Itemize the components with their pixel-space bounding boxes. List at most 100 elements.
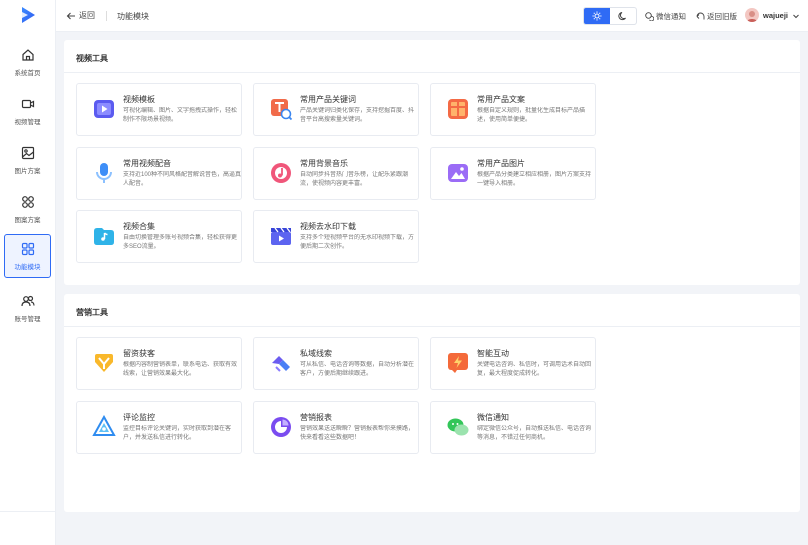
- sidebar-item-modules[interactable]: 功能模块: [4, 234, 51, 278]
- private-leads-icon: [272, 356, 290, 372]
- video-tools-panel: 视频工具 视频模板 可视化编辑、图片、文字拖拽式操作，轻松制作不限场景视频。 常…: [64, 40, 800, 285]
- back-label: 返回: [79, 11, 95, 20]
- card-title: 视频模板: [123, 95, 155, 104]
- app-logo-icon[interactable]: [19, 6, 37, 24]
- keyword-search-icon: [271, 99, 293, 121]
- card-product-copy[interactable]: 常用产品文案 根据自定义规则，批量化生成目标产品描述，使用简单便捷。: [430, 83, 596, 136]
- sidebar-item-video[interactable]: 视频管理: [4, 89, 51, 133]
- video-template-icon: [94, 100, 114, 118]
- chevron-down-icon[interactable]: [792, 12, 800, 20]
- microphone-icon: [96, 163, 112, 183]
- card-desc: 根据产品分类建立相应相册，图片方案支持一键导入相册。: [477, 172, 592, 187]
- card-desc: 根据内容制营销表单，联系电话、获取有效线索，让营销效果最大化。: [123, 362, 238, 377]
- marketing-report-icon: [271, 417, 291, 437]
- card-wechat-notify[interactable]: 微信通知 绑定微信公众号，自动推送私信、电话咨询等消息，不错过任何商机。: [430, 401, 596, 454]
- lead-capture-icon: [95, 354, 113, 372]
- arrow-left-icon: [66, 12, 75, 19]
- card-desc: 可视化编辑、图片、文字拖拽式操作，轻松制作不限场景视频。: [123, 108, 238, 123]
- product-image-icon: [448, 164, 468, 182]
- card-title: 常用产品文案: [477, 95, 525, 104]
- sidebar-item-label: 图片方案: [14, 167, 41, 175]
- users-icon: [20, 295, 35, 306]
- section-title: 营销工具: [76, 308, 108, 317]
- home-icon: [21, 48, 34, 61]
- card-title: 常用视频配音: [123, 159, 171, 168]
- card-title: 微信通知: [477, 413, 509, 422]
- old-version-label: 返回旧版: [707, 12, 737, 21]
- light-mode-button[interactable]: [584, 8, 610, 24]
- old-version-link[interactable]: 返回旧版: [696, 11, 737, 22]
- section-title: 视频工具: [76, 54, 108, 63]
- dark-mode-button[interactable]: [610, 8, 636, 24]
- card-product-images[interactable]: 常用产品图片 根据产品分类建立相应相册，图片方案支持一键导入相册。: [430, 147, 596, 200]
- music-note-icon: [271, 163, 291, 183]
- card-lead-capture[interactable]: 留资获客 根据内容制营销表单，联系电话、获取有效线索，让营销效果最大化。: [76, 337, 242, 390]
- card-desc: 可从私信、电话咨询等数据，自动分析潜在客户，方便后期继续跟进。: [300, 362, 415, 377]
- card-desc: 关键电话咨询、私信时，可调用话术自动回复，最大程度促成转化。: [477, 362, 592, 377]
- card-desc: 自由切换管理多账号视频合集，轻松获得更多SEO流量。: [123, 235, 238, 250]
- card-video-collection[interactable]: 视频合集 自由切换管理多账号视频合集，轻松获得更多SEO流量。: [76, 210, 242, 263]
- wechat-notify-link[interactable]: 微信通知: [645, 11, 686, 22]
- card-title: 视频去水印下载: [300, 222, 356, 231]
- card-title: 常用产品图片: [477, 159, 525, 168]
- card-video-template[interactable]: 视频模板 可视化编辑、图片、文字拖拽式操作，轻松制作不限场景视频。: [76, 83, 242, 136]
- sidebar-item-label: 账号管理: [14, 315, 41, 323]
- wechat-notify-label: 微信通知: [656, 12, 686, 21]
- card-desc: 支持多个短视频平台的无水印视频下载，方便后期二次创作。: [300, 235, 415, 250]
- avatar[interactable]: [745, 8, 759, 22]
- sidebar-item-label: 功能模块: [14, 263, 41, 271]
- wechat-icon: [447, 418, 469, 436]
- card-desc: 绑定微信公众号，自动推送私信、电话咨询等消息，不错过任何商机。: [477, 426, 592, 441]
- card-title: 营销报表: [300, 413, 332, 422]
- sidebar: 系统首页 视频管理 图片方案 图案方案 功能模块 账号管理: [0, 0, 56, 545]
- product-copy-icon: [448, 99, 468, 119]
- sidebar-item-label: 视频管理: [14, 118, 41, 126]
- sidebar-item-label: 图案方案: [14, 216, 41, 224]
- divider: [106, 11, 107, 21]
- card-title: 常用产品关键词: [300, 95, 356, 104]
- breadcrumb: 功能模块: [117, 12, 149, 21]
- image-icon: [21, 146, 34, 159]
- top-bar: 返回 功能模块 微信通知 返回旧版 wajueji: [56, 0, 808, 32]
- card-desc: 支持近100种不同风格配音解说音色，高逼真人配音。: [123, 172, 241, 187]
- card-desc: 根据自定义规则，批量化生成目标产品描述，使用简单便捷。: [477, 108, 586, 123]
- card-desc: 自动同步抖音热门音乐榜，让配乐紧跟潮流，使视频内容更丰富。: [300, 172, 409, 187]
- card-desc: 监控目标评论关键词，实时获取到潜在客户，并发送私信进行转化。: [123, 426, 232, 441]
- card-product-keywords[interactable]: 常用产品关键词 产品关键词归类化保存，支持挖掘百度、抖音平台高搜索量关键词。: [253, 83, 419, 136]
- card-title: 评论监控: [123, 413, 155, 422]
- card-smart-interaction[interactable]: 智能互动 关键电话咨询、私信时，可调用话术自动回复，最大程度促成转化。: [430, 337, 596, 390]
- card-title: 智能互动: [477, 349, 509, 358]
- card-marketing-report[interactable]: 营销报表 营销效果送送瞬瞬？营销报表帮你来摸路，快来看看这些数据吧！: [253, 401, 419, 454]
- chat-bubble-icon: [645, 12, 654, 21]
- video-collection-icon: [94, 228, 114, 245]
- card-background-music[interactable]: 常用背景音乐 自动同步抖音热门音乐榜，让配乐紧跟潮流，使视频内容更丰富。: [253, 147, 419, 200]
- card-private-leads[interactable]: 私域线索 可从私信、电话咨询等数据，自动分析潜在客户，方便后期继续跟进。: [253, 337, 419, 390]
- return-arrow-icon: [696, 12, 705, 20]
- marketing-tools-panel: 营销工具 留资获客 根据内容制营销表单，联系电话、获取有效线索，让营销效果最大化…: [64, 294, 800, 512]
- card-video-download[interactable]: 视频去水印下载 支持多个短视频平台的无水印视频下载，方便后期二次创作。: [253, 210, 419, 263]
- card-title: 留资获客: [123, 349, 155, 358]
- sun-icon: [592, 11, 602, 21]
- sidebar-item-accounts[interactable]: 账号管理: [4, 286, 51, 330]
- moon-icon: [618, 12, 626, 21]
- pattern-grid-icon: [21, 195, 34, 208]
- username[interactable]: wajueji: [763, 11, 788, 20]
- card-title: 视频合集: [123, 222, 155, 231]
- card-comment-monitor[interactable]: 评论监控 监控目标评论关键词，实时获取到潜在客户，并发送私信进行转化。: [76, 401, 242, 454]
- divider: [64, 72, 800, 73]
- comment-monitor-icon: [92, 415, 116, 436]
- sidebar-item-pattern[interactable]: 图案方案: [4, 187, 51, 231]
- video-camera-icon: [21, 99, 34, 108]
- module-grid-icon: [21, 242, 34, 255]
- sidebar-item-label: 系统首页: [14, 69, 41, 77]
- card-video-voice[interactable]: 常用视频配音 支持近100种不同风格配音解说音色，高逼真人配音。: [76, 147, 242, 200]
- sidebar-footer: [0, 511, 56, 545]
- card-desc: 营销效果送送瞬瞬？营销报表帮你来摸路，快来看看这些数据吧！: [300, 426, 415, 441]
- card-desc: 产品关键词归类化保存，支持挖掘百度、抖音平台高搜索量关键词。: [300, 108, 415, 123]
- sidebar-item-image[interactable]: 图片方案: [4, 138, 51, 182]
- theme-toggle: [583, 7, 637, 25]
- back-button[interactable]: 返回: [66, 10, 95, 21]
- sidebar-item-home[interactable]: 系统首页: [4, 40, 51, 84]
- card-title: 常用背景音乐: [300, 159, 348, 168]
- divider: [64, 326, 800, 327]
